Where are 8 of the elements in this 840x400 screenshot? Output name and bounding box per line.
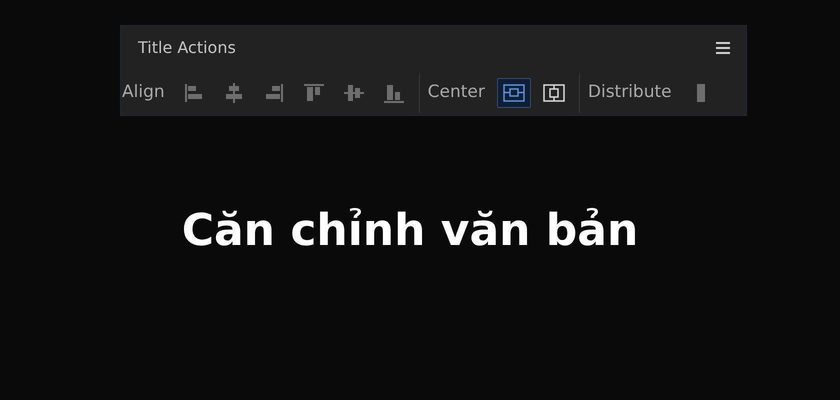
menu-icon[interactable] bbox=[716, 42, 730, 54]
bar-icon bbox=[696, 84, 705, 102]
group-label: Align bbox=[122, 81, 165, 104]
caption: Căn chỉnh văn bản bbox=[182, 204, 638, 258]
group-label: Distribute bbox=[588, 81, 672, 104]
group-label: Center bbox=[428, 81, 485, 104]
toolbar-button[interactable] bbox=[496, 78, 531, 108]
panel-title: Title Actions bbox=[138, 37, 236, 59]
